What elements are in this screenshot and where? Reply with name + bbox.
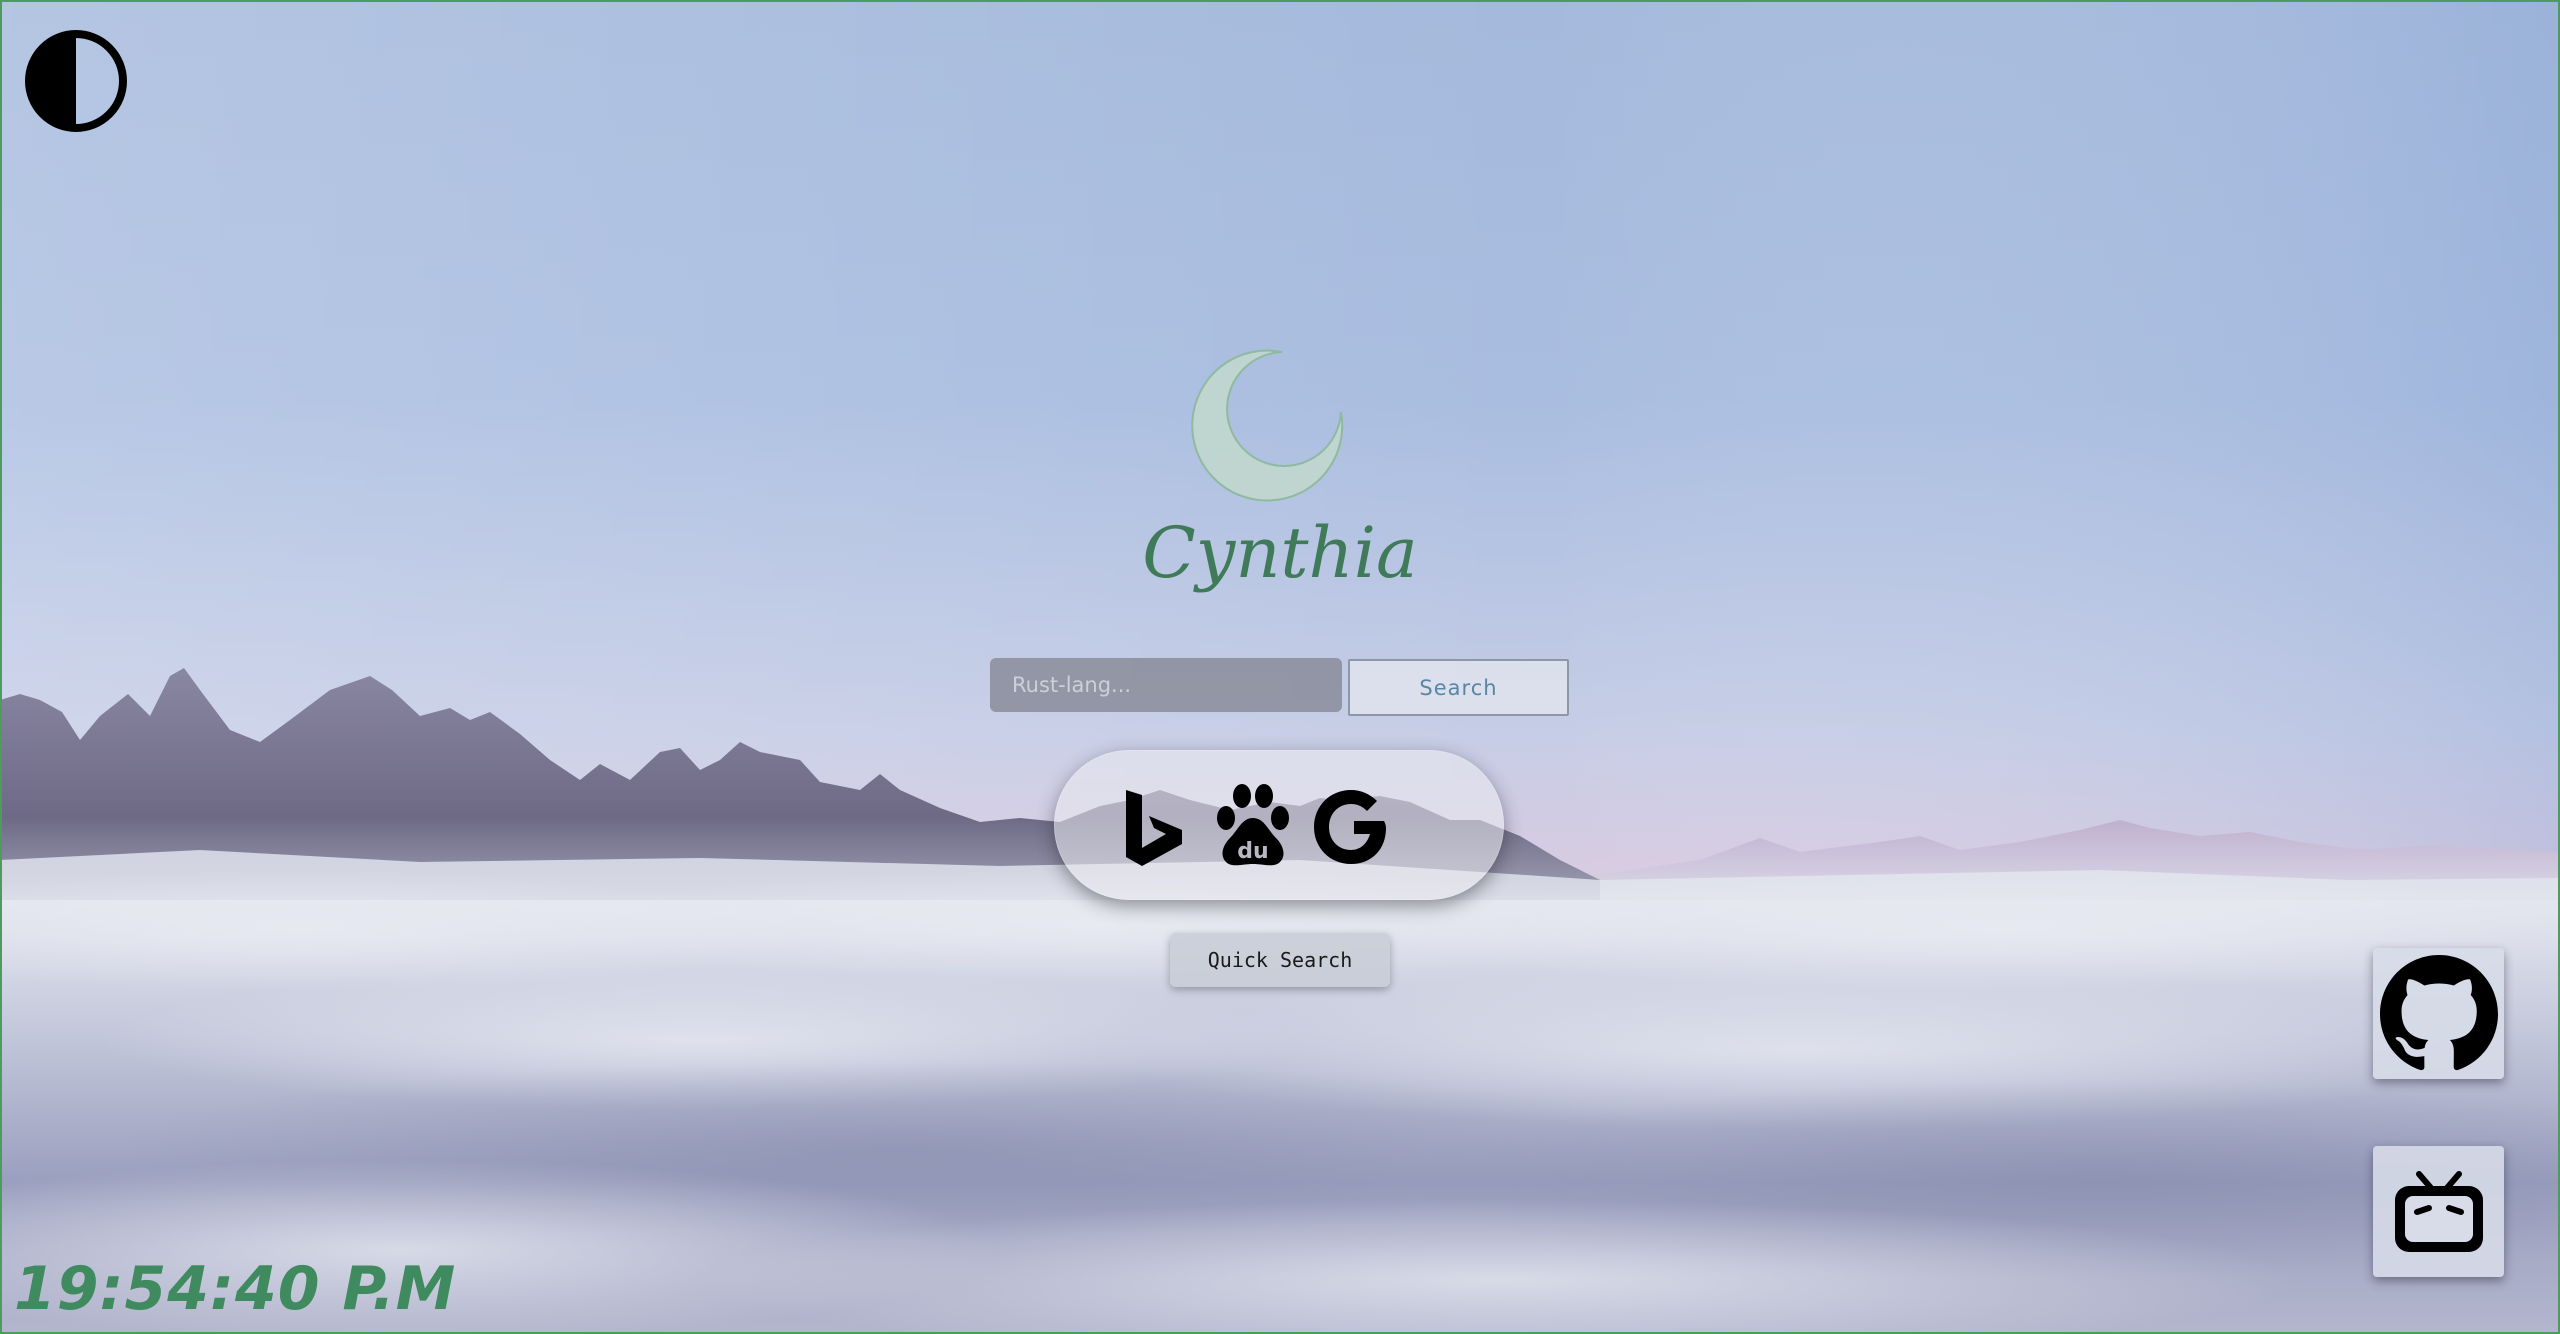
crescent-moon-icon <box>1180 342 1380 512</box>
bilibili-icon <box>2394 1170 2483 1252</box>
search-engine-picker: du <box>1054 750 1504 900</box>
bing-icon[interactable] <box>1104 778 1200 874</box>
search-button[interactable]: Search <box>1348 659 1569 716</box>
contrast-icon[interactable] <box>24 29 128 133</box>
baidu-icon[interactable]: du <box>1204 778 1300 874</box>
svg-text:du: du <box>1237 839 1268 864</box>
github-icon <box>2379 954 2498 1070</box>
github-button[interactable] <box>2373 948 2504 1079</box>
quick-search-button[interactable]: Quick Search <box>1170 933 1390 987</box>
search-input[interactable] <box>990 658 1342 712</box>
google-icon[interactable] <box>1304 778 1400 874</box>
clock: 19:54:40 P.M <box>14 1254 457 1324</box>
bilibili-button[interactable] <box>2373 1146 2504 1277</box>
brand-title: Cynthia <box>1142 512 1418 594</box>
